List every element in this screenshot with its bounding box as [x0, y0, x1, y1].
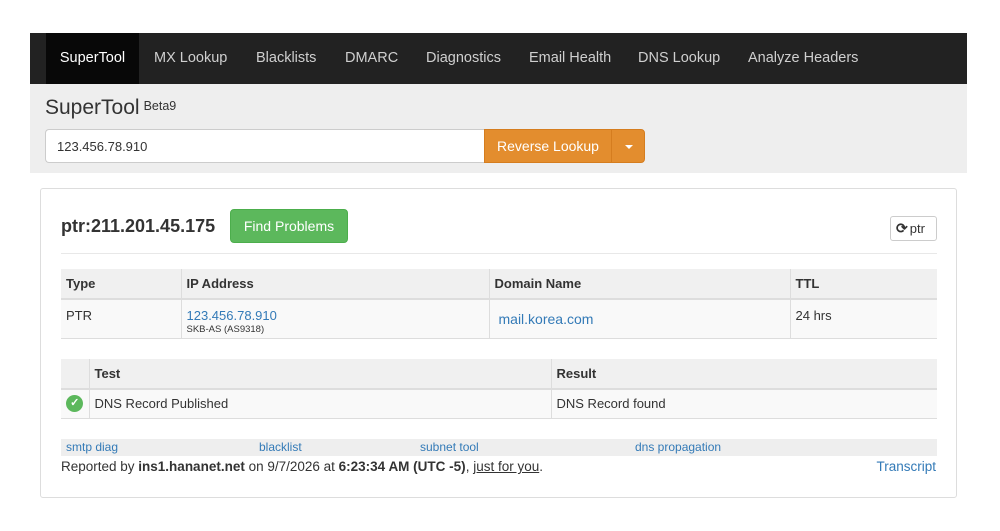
result-panel: ptr:211.201.45.175 Find Problems ⟳ ptr Ty…	[40, 188, 957, 498]
table-row: PTR 123.456.78.910 SKB-AS (AS9318) mail.…	[61, 299, 937, 339]
caret-down-icon	[625, 145, 633, 149]
footer-on: on 9/7/2026 at	[244, 459, 339, 474]
tool-links-bar: smtp diag blacklist subnet tool dns prop…	[61, 439, 937, 456]
footer-prefix: Reported by	[61, 459, 139, 474]
just-for-you-link[interactable]: just for you	[473, 459, 539, 474]
col-header-test: Test	[89, 359, 552, 390]
test-result: DNS Record found	[551, 389, 937, 419]
refresh-icon: ⟳	[896, 220, 908, 236]
nav-item-dmarc[interactable]: DMARC	[345, 33, 398, 84]
beta-badge: Beta9	[143, 99, 177, 113]
col-header-domain: Domain Name	[489, 269, 791, 300]
lookup-input[interactable]	[45, 129, 485, 163]
find-problems-button[interactable]: Find Problems	[230, 209, 348, 243]
nav-item-diagnostics[interactable]: Diagnostics	[426, 33, 501, 84]
record-ttl: 24 hrs	[790, 299, 937, 339]
footer-end: .	[539, 459, 543, 474]
col-header-status	[61, 359, 90, 390]
app-title-text: SuperTool	[45, 96, 140, 119]
col-header-ip: IP Address	[181, 269, 490, 300]
transcript-link[interactable]: Transcript	[876, 459, 936, 474]
smtp-diag-link[interactable]: smtp diag	[66, 440, 118, 454]
subnet-tool-link[interactable]: subnet tool	[420, 440, 479, 454]
records-header-row: Type IP Address Domain Name TTL	[61, 269, 937, 300]
status-cell: ✓	[61, 389, 90, 419]
dns-propagation-link[interactable]: dns propagation	[635, 440, 721, 454]
test-results-table: Test Result ✓ DNS Record Published DNS R…	[61, 359, 937, 419]
record-ip-link[interactable]: 123.456.78.910	[187, 308, 277, 323]
record-domain-link[interactable]: mail.korea.com	[499, 311, 594, 327]
col-header-ttl: TTL	[790, 269, 937, 300]
table-row: ✓ DNS Record Published DNS Record found	[61, 389, 937, 419]
app-title: SuperTool Beta9	[45, 96, 176, 120]
title-divider	[61, 253, 937, 254]
result-title: ptr:211.201.45.175	[61, 216, 216, 236]
nav-item-blacklists[interactable]: Blacklists	[256, 33, 316, 84]
tests-header-row: Test Result	[61, 359, 937, 390]
record-asn: SKB-AS (AS9318)	[186, 324, 265, 335]
nav-item-analyze-headers[interactable]: Analyze Headers	[748, 33, 858, 84]
tool-header: SuperToolBeta9 Reverse Lookup	[30, 84, 967, 173]
nav-item-supertool[interactable]: SuperTool	[46, 33, 139, 84]
check-circle-icon: ✓	[66, 395, 84, 413]
record-type: PTR	[61, 299, 182, 339]
nav-item-mx-lookup[interactable]: MX Lookup	[154, 33, 227, 84]
blacklist-link[interactable]: blacklist	[259, 440, 302, 454]
reverse-lookup-button[interactable]: Reverse Lookup	[484, 129, 612, 163]
refresh-ptr-button[interactable]: ⟳ ptr	[890, 216, 937, 241]
record-ip-cell: 123.456.78.910 SKB-AS (AS9318)	[181, 299, 490, 339]
test-name: DNS Record Published	[89, 389, 552, 419]
col-header-result: Result	[551, 359, 937, 390]
record-domain-cell: mail.korea.com	[489, 299, 791, 339]
nav-item-dns-lookup[interactable]: DNS Lookup	[638, 33, 720, 84]
footer-server: ins1.hananet.net	[138, 459, 245, 474]
report-footer: Reported by ins1.hananet.net on 9/7/2026…	[61, 459, 543, 474]
col-header-type: Type	[61, 269, 182, 300]
footer-time: 6:23:34 AM (UTC -5)	[338, 459, 466, 474]
refresh-ptr-label: ptr	[909, 221, 925, 236]
lookup-options-dropdown-button[interactable]	[611, 129, 645, 163]
top-navbar: SuperTool MX Lookup Blacklists DMARC Dia…	[30, 33, 967, 84]
dns-records-table: Type IP Address Domain Name TTL PTR 123.…	[61, 269, 937, 339]
nav-item-email-health[interactable]: Email Health	[529, 33, 611, 84]
